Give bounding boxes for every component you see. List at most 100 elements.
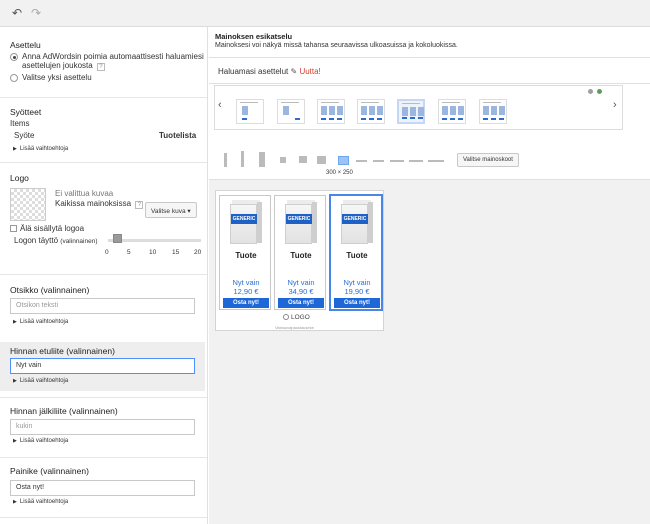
ad-logo: LOGO — [283, 314, 310, 321]
ad-size-option[interactable] — [241, 151, 244, 167]
headline-input[interactable]: Otsikon teksti — [10, 298, 195, 314]
ad-size-option[interactable] — [356, 160, 367, 162]
auto-layout-label-cont: asettelujen joukosta ? — [22, 61, 105, 71]
layout-title: Asettelu — [10, 40, 41, 50]
button-text-input[interactable]: Osta nyt! — [10, 480, 195, 496]
ad-size-option[interactable] — [299, 156, 307, 163]
price-prefix-title: Hinnan etuliite (valinnainen) — [10, 346, 115, 356]
exclude-logo-checkbox[interactable] — [10, 225, 17, 232]
layout-thumbnail-selected[interactable] — [397, 99, 425, 124]
choose-image-button[interactable]: Valitse kuva ▾ — [145, 202, 197, 218]
triangle-right-icon: ▶ — [13, 146, 17, 152]
layouts-heading: Haluamasi asettelut ✎ Uutta! — [218, 67, 321, 76]
slider-tick: 10 — [149, 249, 157, 256]
choose-sizes-button[interactable]: Valitse mainoskoot — [457, 153, 519, 167]
ad-size-option[interactable] — [259, 152, 265, 167]
buy-now-button[interactable]: Osta nyt! — [223, 298, 269, 308]
slider-tick: 5 — [127, 249, 131, 256]
triangle-right-icon: ▶ — [13, 499, 17, 505]
preview-subtitle: Mainoksesi voi näkyä missä tahansa seura… — [215, 42, 458, 49]
product-price: 12,90 € — [233, 287, 259, 296]
selected-size-label: 300 × 250 — [326, 170, 353, 176]
layout-thumbnail[interactable] — [236, 99, 264, 124]
price-prefix-more-options[interactable]: ▶ Lisää vaihtoehtoja — [13, 378, 68, 384]
help-icon[interactable]: ? — [96, 63, 105, 71]
ad-preview: GENERIC Tuote Nyt vain 12,90 € Osta nyt!… — [215, 190, 384, 331]
product-name: Tuote — [235, 251, 257, 260]
product-card-selected[interactable]: GENERIC Tuote Nyt vain 19,90 € Osta nyt! — [330, 195, 382, 310]
feed-label: Syöte — [14, 131, 35, 140]
exclude-logo-label: Älä sisällytä logoa — [20, 224, 85, 233]
divider — [209, 57, 650, 58]
price-prefix-input[interactable]: Nyt vain — [10, 358, 195, 374]
single-layout-radio[interactable] — [10, 74, 18, 82]
layout-thumbnail[interactable] — [277, 99, 305, 124]
price-prefix: Nyt vain — [287, 278, 315, 287]
product-card[interactable]: GENERIC Tuote Nyt vain 34,90 € Osta nyt! — [274, 195, 326, 310]
product-image: GENERIC — [230, 200, 262, 244]
headline-more-options[interactable]: ▶ Lisää vaihtoehtoja — [13, 319, 68, 325]
ad-size-option[interactable] — [390, 160, 404, 162]
ad-size-option[interactable] — [224, 153, 227, 167]
ad-size-option-selected[interactable] — [338, 156, 349, 165]
product-name: Tuote — [290, 251, 312, 260]
triangle-right-icon: ▶ — [13, 319, 17, 325]
ad-size-option[interactable] — [428, 160, 444, 162]
chevron-right-icon[interactable]: › — [613, 99, 617, 111]
buy-now-button[interactable]: Osta nyt! — [334, 298, 380, 308]
button-title: Painike (valinnainen) — [10, 466, 89, 476]
price-prefix: Nyt vain — [343, 278, 371, 287]
ad-size-option[interactable] — [373, 160, 384, 162]
logo-placeholder[interactable] — [10, 188, 46, 221]
layout-thumbnail[interactable] — [479, 99, 507, 124]
auto-layout-label: Anna AdWordsin poimia automaattisesti ha… — [22, 52, 204, 61]
auto-layout-radio[interactable] — [10, 53, 18, 61]
button-more-options[interactable]: ▶ Lisää vaihtoehtoja — [13, 499, 68, 505]
slider-tick: 0 — [105, 249, 109, 256]
logo-title: Logo — [10, 173, 29, 183]
feed-value: Tuotelista — [159, 131, 197, 140]
product-price: 19,90 € — [344, 287, 370, 296]
feeds-more-options[interactable]: ▶ Lisää vaihtoehtoja — [13, 146, 68, 152]
pencil-icon[interactable]: ✎ — [291, 67, 298, 76]
layout-thumbnail[interactable] — [438, 99, 466, 124]
toolbar: ↶ ↷ — [0, 0, 650, 27]
items-label: Items — [10, 119, 30, 128]
divider — [209, 83, 650, 84]
price-prefix: Nyt vain — [232, 278, 260, 287]
divider — [0, 274, 207, 275]
divider — [0, 457, 207, 458]
price-suffix-title: Hinnan jälkiliite (valinnainen) — [10, 406, 118, 416]
chevron-left-icon[interactable]: ‹ — [218, 99, 222, 111]
divider — [0, 162, 207, 163]
logo-circle-icon — [283, 314, 289, 321]
ad-disclaimer: Vastuuvapauslauseke — [275, 325, 314, 330]
feeds-title: Syötteet — [10, 107, 42, 117]
layout-thumbnail[interactable] — [317, 99, 345, 124]
undo-icon[interactable]: ↶ — [12, 6, 22, 20]
ad-size-option[interactable] — [409, 160, 423, 162]
divider — [0, 97, 207, 98]
logo-fill-label: Logon täyttö (valinnainen) — [14, 236, 98, 245]
help-icon[interactable]: ? — [135, 201, 144, 209]
layout-thumbnail[interactable] — [357, 99, 385, 124]
settings-panel: Asettelu Anna AdWordsin poimia automaatt… — [0, 27, 208, 524]
divider — [0, 397, 207, 398]
product-name: Tuote — [346, 251, 368, 260]
product-price: 34,90 € — [288, 287, 314, 296]
carousel-dot-active[interactable] — [597, 89, 602, 94]
carousel-dot[interactable] — [588, 89, 593, 94]
slider-tick: 20 — [194, 249, 202, 256]
ad-size-option[interactable] — [317, 156, 326, 164]
price-suffix-input[interactable]: kukin — [10, 419, 195, 435]
ad-size-option[interactable] — [280, 157, 286, 163]
divider — [0, 517, 207, 518]
buy-now-button[interactable]: Osta nyt! — [278, 298, 324, 308]
redo-icon[interactable]: ↷ — [31, 6, 41, 20]
price-suffix-more-options[interactable]: ▶ Lisää vaihtoehtoja — [13, 438, 68, 444]
layout-carousel: ‹ › — [214, 85, 623, 130]
preview-panel: Mainoksen esikatselu Mainoksesi voi näky… — [209, 27, 650, 524]
product-image: GENERIC — [285, 200, 317, 244]
product-card[interactable]: GENERIC Tuote Nyt vain 12,90 € Osta nyt! — [219, 195, 271, 310]
logo-fill-slider-handle[interactable] — [113, 234, 123, 243]
